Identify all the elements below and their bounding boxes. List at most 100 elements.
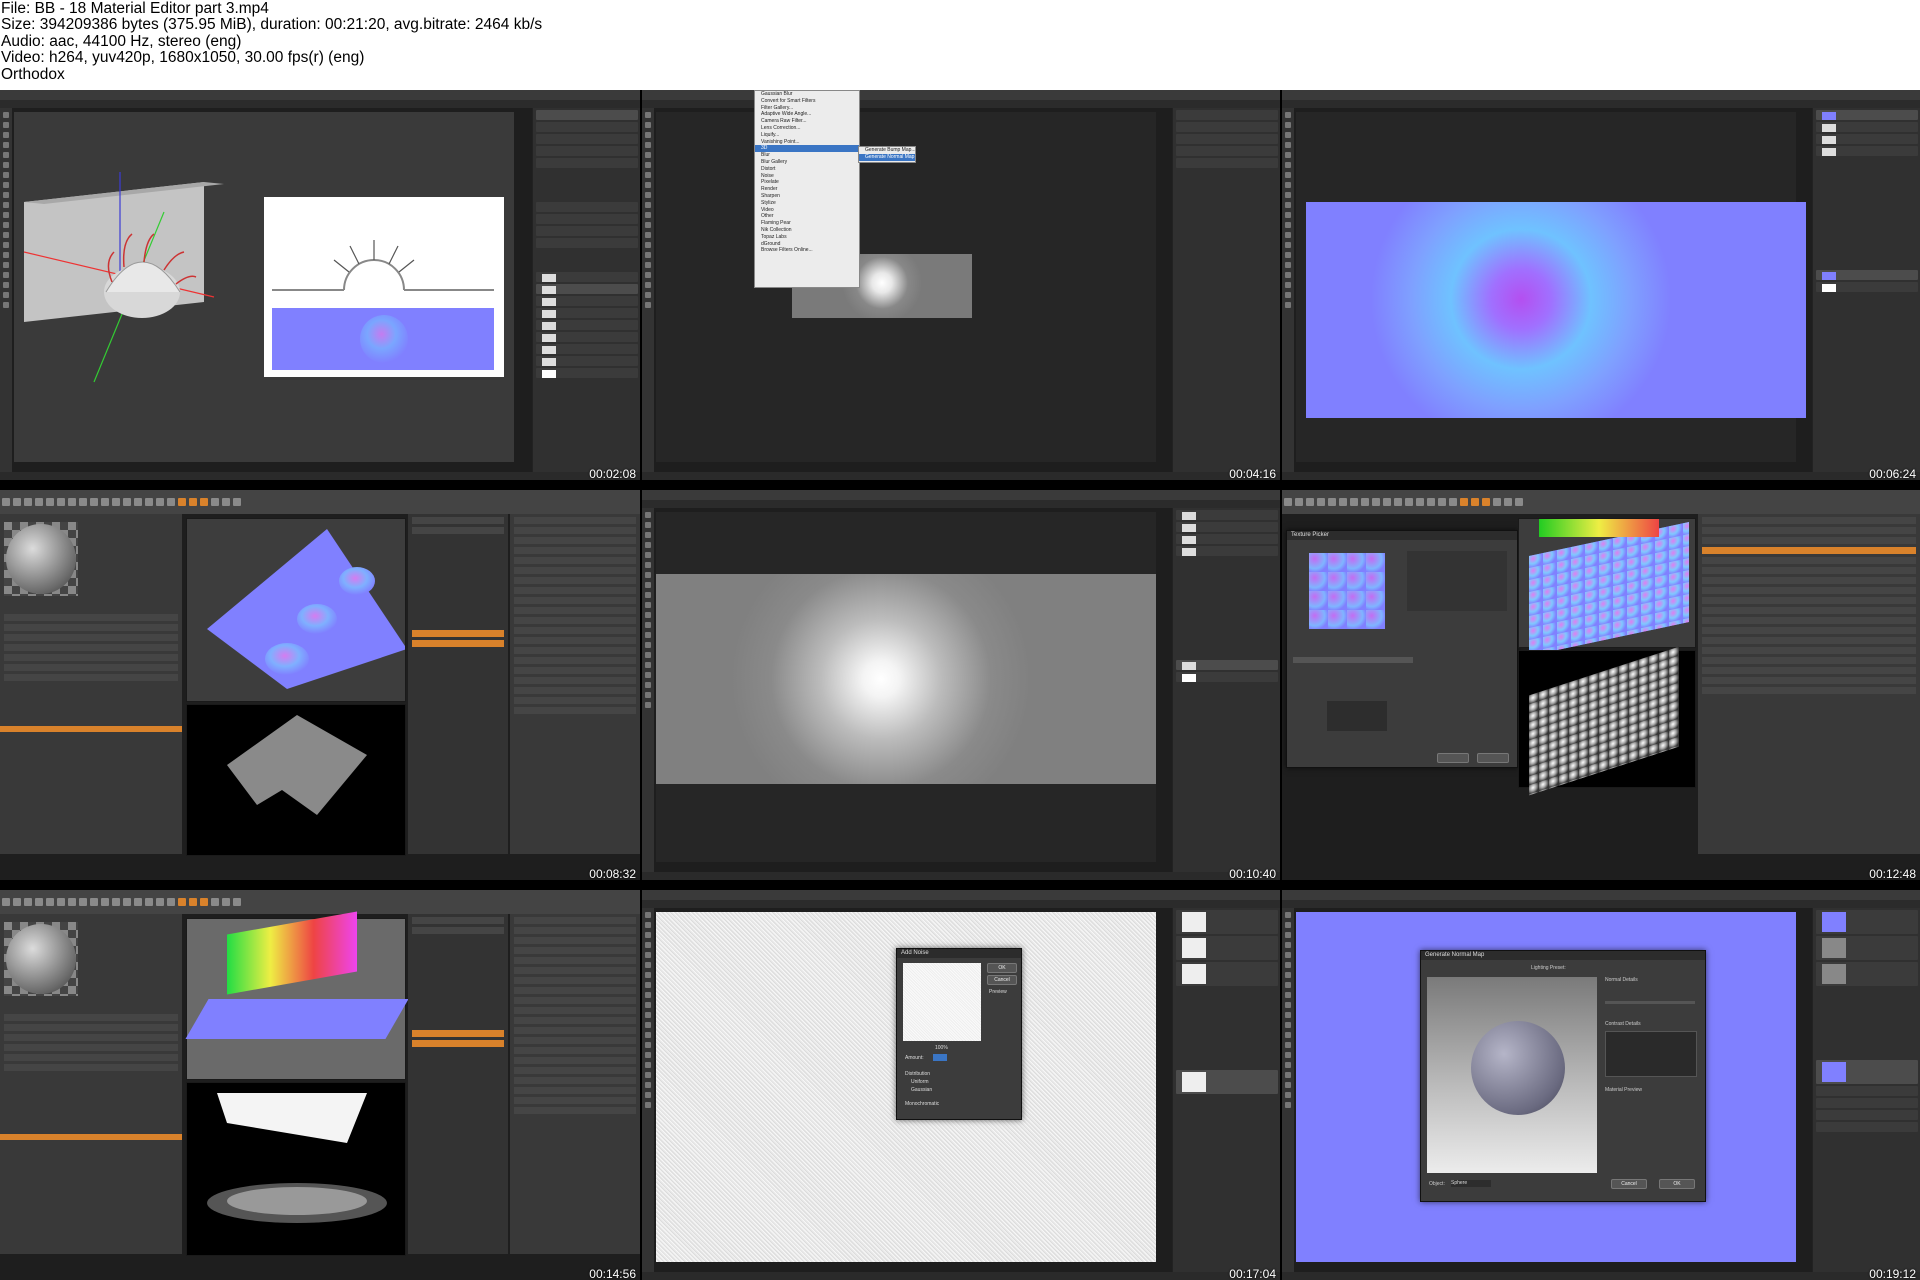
document-canvas[interactable] xyxy=(14,112,514,462)
menu-item[interactable]: Blur xyxy=(755,152,859,159)
perspective-viewport[interactable] xyxy=(1518,518,1696,657)
menu-item[interactable]: Distort xyxy=(755,166,859,173)
tools-panel[interactable] xyxy=(1282,908,1294,1272)
document-canvas[interactable] xyxy=(1296,112,1806,462)
render-viewport[interactable] xyxy=(186,1082,406,1256)
tools-panel[interactable] xyxy=(0,108,12,472)
amount-field[interactable] xyxy=(933,1054,947,1061)
maya-shelf[interactable] xyxy=(0,890,640,914)
tools-panel[interactable] xyxy=(642,908,654,1272)
document-tabs[interactable] xyxy=(1282,100,1920,108)
document-tabs[interactable] xyxy=(642,100,1280,108)
menu-item[interactable]: Topaz Labs xyxy=(755,234,859,241)
channels-layers-panel[interactable] xyxy=(1172,108,1280,472)
material-editor-panel[interactable] xyxy=(0,514,182,854)
menu-item[interactable]: dGround xyxy=(755,241,859,248)
timestamp-9: 00:19:12 xyxy=(1869,1267,1916,1280)
scene-tree-panel[interactable] xyxy=(408,914,508,1254)
submenu-item-bump[interactable]: Generate Bump Map... xyxy=(859,147,915,154)
menu-item[interactable]: Vanishing Point... xyxy=(755,139,859,146)
channels-layers-panel[interactable] xyxy=(1812,108,1920,472)
maya-shelf[interactable] xyxy=(0,490,640,514)
object-select[interactable]: Sphere xyxy=(1451,1180,1491,1187)
thumbnail-5[interactable]: 00:10:40 xyxy=(642,490,1280,880)
render-viewport[interactable] xyxy=(1518,646,1696,796)
texture-picker-dialog[interactable]: Texture Picker xyxy=(1286,530,1518,768)
menu-item[interactable]: Lens Correction... xyxy=(755,125,859,132)
thumbnail-9[interactable]: Generate Normal Map Lighting Preset: Nor… xyxy=(1282,890,1920,1280)
maya-shelf[interactable] xyxy=(1282,490,1920,514)
perspective-viewport[interactable] xyxy=(185,911,409,1080)
menu-item[interactable]: Other xyxy=(755,213,859,220)
normal-plane-scene xyxy=(207,529,405,689)
filter-menu[interactable]: Gaussian Blur Convert for Smart Filters … xyxy=(754,90,860,288)
attribute-editor[interactable] xyxy=(510,514,640,854)
menu-item[interactable]: Convert for Smart Filters xyxy=(755,98,859,105)
ok-button[interactable] xyxy=(1437,753,1469,763)
tools-panel[interactable] xyxy=(642,508,654,872)
thumbnail-3[interactable]: 00:06:24 xyxy=(1282,90,1920,480)
scene-tree-panel[interactable] xyxy=(408,514,508,854)
attribute-editor[interactable] xyxy=(510,914,640,1254)
generate-normal-map-dialog[interactable]: Generate Normal Map Lighting Preset: Nor… xyxy=(1420,950,1706,1202)
menu-item[interactable]: Camera Raw Filter... xyxy=(755,118,859,125)
tools-panel[interactable] xyxy=(642,108,654,472)
render-shape xyxy=(227,715,367,815)
document-tabs[interactable] xyxy=(0,100,640,108)
monochromatic-checkbox[interactable]: Monochromatic xyxy=(905,1101,939,1107)
thumbnail-4[interactable]: 00:08:32 xyxy=(0,490,640,880)
menu-item[interactable]: Filter Gallery... xyxy=(755,105,859,112)
menu-item[interactable]: Gaussian Blur xyxy=(755,91,859,98)
menu-item[interactable]: Video xyxy=(755,207,859,214)
menu-item[interactable]: Browse Filters Online... xyxy=(755,247,859,254)
document-tabs[interactable] xyxy=(642,900,1280,908)
thumbnail-2[interactable]: Gaussian Blur Convert for Smart Filters … xyxy=(642,90,1280,480)
menu-item[interactable]: Liquify... xyxy=(755,132,859,139)
menu-item[interactable]: Pixelate xyxy=(755,179,859,186)
material-editor-panel[interactable] xyxy=(0,914,182,1254)
menu-item[interactable]: Flaming Pear xyxy=(755,220,859,227)
menu-item[interactable]: Blur Gallery xyxy=(755,159,859,166)
uniform-radio[interactable]: Uniform xyxy=(911,1079,929,1085)
thumbnail-1[interactable]: 00:02:08 xyxy=(0,90,640,480)
menu-item[interactable]: Stylize xyxy=(755,200,859,207)
contrast-curve-graph[interactable] xyxy=(1605,1031,1697,1077)
status-bar xyxy=(1282,1272,1920,1280)
noise-preview xyxy=(903,963,981,1041)
thumbnail-6[interactable]: Texture Picker 00:12:48 xyxy=(1282,490,1920,880)
channels-layers-panel[interactable] xyxy=(1812,908,1920,1272)
gaussian-radio[interactable]: Gaussian xyxy=(911,1087,932,1093)
menu-item-3d[interactable]: 3D xyxy=(755,145,859,153)
timestamp-5: 00:10:40 xyxy=(1229,867,1276,880)
submenu-item-normal[interactable]: Generate Normal Map... xyxy=(859,153,915,161)
channels-layers-panel[interactable] xyxy=(1172,908,1280,1272)
menu-item[interactable]: Nik Collection xyxy=(755,227,859,234)
menu-item[interactable]: Adaptive Wide Angle... xyxy=(755,111,859,118)
preview-area[interactable] xyxy=(1427,977,1597,1173)
sphere-icon xyxy=(6,524,76,594)
cancel-button[interactable]: Cancel xyxy=(987,975,1017,985)
document-canvas[interactable] xyxy=(656,112,1156,462)
document-tabs[interactable] xyxy=(1282,900,1920,908)
tools-panel[interactable] xyxy=(1282,108,1294,472)
thumbnail-7[interactable]: 00:14:56 xyxy=(0,890,640,1280)
menu-item[interactable]: Noise xyxy=(755,173,859,180)
document-tabs[interactable] xyxy=(642,500,1280,508)
document-canvas[interactable] xyxy=(656,512,1156,862)
cancel-button[interactable] xyxy=(1477,753,1509,763)
thumbnail-8[interactable]: Add Noise OK Cancel Preview 100% Amount:… xyxy=(642,890,1280,1280)
cancel-button[interactable]: Cancel xyxy=(1611,1179,1647,1189)
menu-item[interactable]: Render xyxy=(755,186,859,193)
attribute-editor[interactable] xyxy=(1698,514,1920,854)
channels-layers-panel[interactable] xyxy=(532,108,640,472)
perspective-viewport[interactable] xyxy=(186,518,406,702)
3d-submenu[interactable]: Generate Bump Map... Generate Normal Map… xyxy=(858,146,916,163)
add-noise-dialog[interactable]: Add Noise OK Cancel Preview 100% Amount:… xyxy=(896,948,1022,1120)
channels-layers-panel[interactable] xyxy=(1172,508,1280,872)
ok-button[interactable]: OK xyxy=(987,963,1017,973)
ok-button[interactable]: OK xyxy=(1659,1179,1695,1189)
render-viewport[interactable] xyxy=(186,704,406,856)
preview-checkbox-label[interactable]: Preview xyxy=(989,989,1007,995)
menu-item[interactable]: Sharpen xyxy=(755,193,859,200)
detail-slider[interactable] xyxy=(1605,1001,1695,1004)
